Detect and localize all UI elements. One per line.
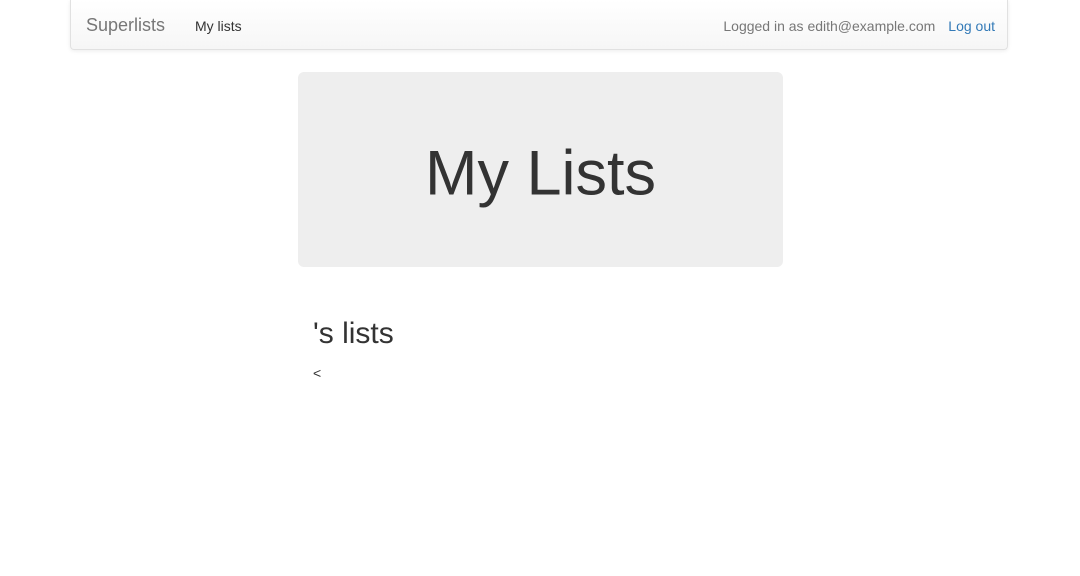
lists-content: < [313,365,322,381]
top-navbar: Superlists My lists Logged in as edith@e… [70,0,1008,50]
owner-lists-heading: 's lists [313,317,394,350]
my-lists-link[interactable]: My lists [195,17,242,35]
logged-in-text: Logged in as edith@example.com [723,18,936,34]
logout-link[interactable]: Log out [948,18,995,34]
jumbotron: My Lists [298,72,783,267]
page-title: My Lists [424,137,657,208]
navbar-user-area: Logged in as edith@example.com Log out [723,17,995,35]
brand-link[interactable]: Superlists [86,15,165,35]
